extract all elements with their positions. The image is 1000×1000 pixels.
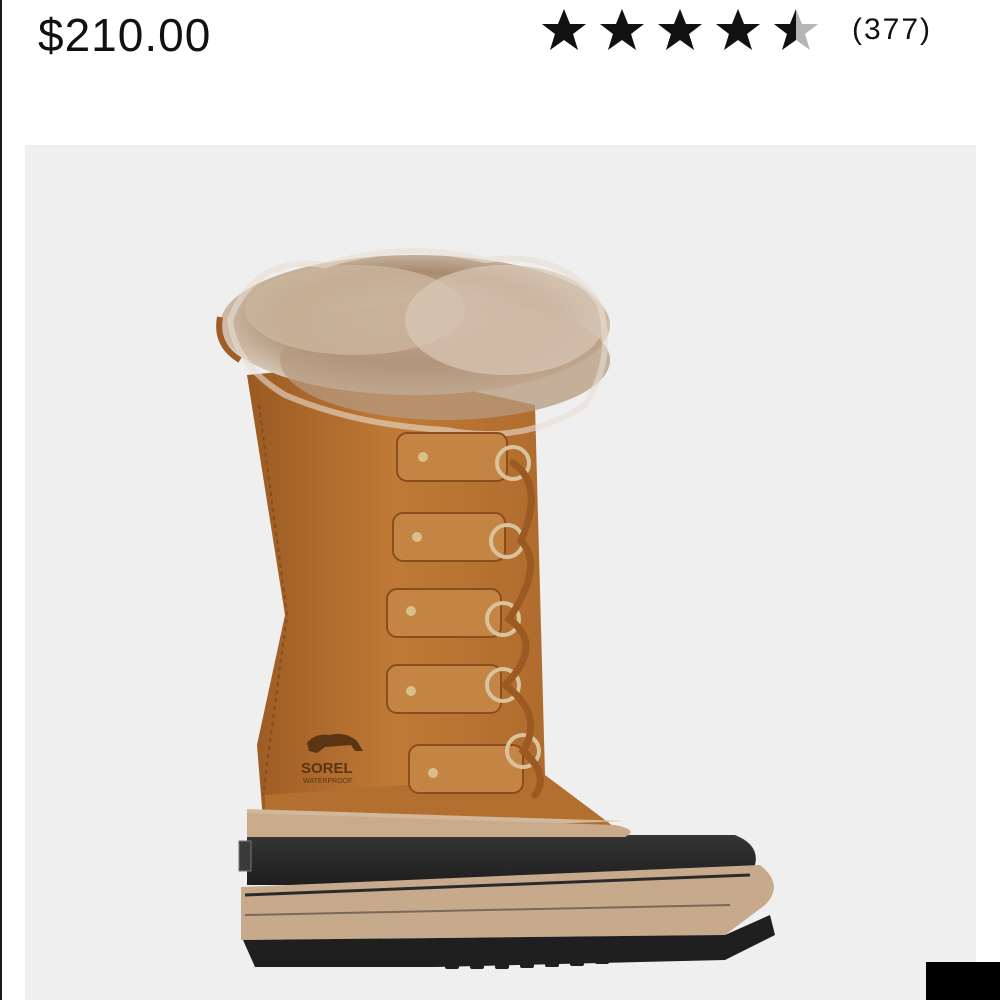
- product-image[interactable]: SOREL WATERPROOF: [25, 145, 976, 1000]
- boot-product-image: SOREL WATERPROOF: [216, 248, 775, 969]
- product-price: $210.00: [38, 9, 212, 61]
- product-rating[interactable]: (377): [540, 0, 932, 60]
- star-icon: [772, 6, 830, 54]
- svg-text:SOREL: SOREL: [301, 760, 353, 777]
- window-left-edge: [0, 0, 2, 1000]
- star-icon: [598, 6, 656, 54]
- svg-text:WATERPROOF: WATERPROOF: [303, 778, 352, 785]
- review-count-link[interactable]: (377): [852, 13, 932, 47]
- star-icon: [714, 6, 772, 54]
- corner-overlay: [926, 962, 1000, 1000]
- star-icon: [656, 6, 714, 54]
- star-icon: [540, 6, 598, 54]
- rating-stars[interactable]: [540, 6, 830, 54]
